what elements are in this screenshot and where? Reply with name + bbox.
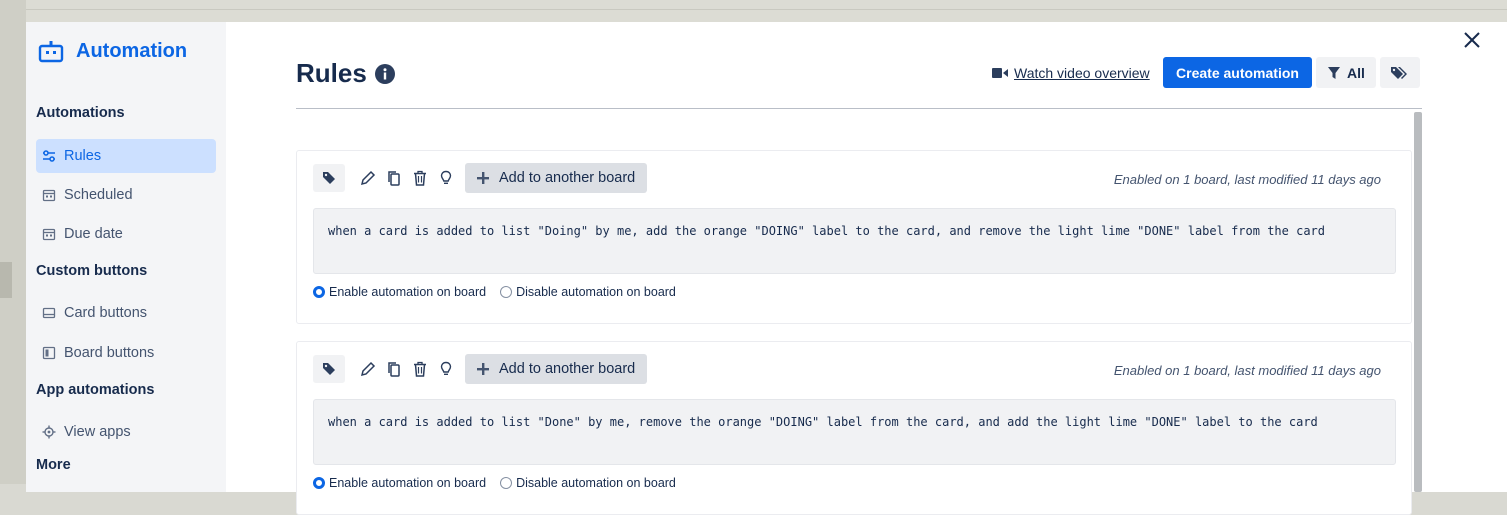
page-title: Rules (296, 58, 367, 88)
labels-button[interactable] (1380, 57, 1420, 88)
delete-button[interactable] (411, 169, 429, 187)
tag-icon (323, 363, 335, 375)
disable-radio[interactable]: Disable automation on board (500, 476, 676, 490)
gear-icon (42, 425, 56, 439)
sidebar-brand: Automation (38, 40, 187, 63)
edit-button[interactable] (359, 360, 377, 378)
copy-button[interactable] (385, 360, 403, 378)
ideas-button[interactable] (437, 169, 455, 187)
sidebar-item-label: View apps (64, 424, 131, 440)
sidebar-item-card-buttons[interactable]: Card buttons (36, 296, 216, 330)
rule-card: Add to another board Enabled on 1 board,… (296, 150, 1412, 324)
pencil-icon (360, 170, 376, 186)
add-board-label: Add to another board (499, 170, 636, 186)
edit-button[interactable] (359, 169, 377, 187)
rule-card: Add to another board Enabled on 1 board,… (296, 341, 1412, 515)
radio-unchecked (500, 286, 513, 298)
copy-icon (388, 362, 400, 377)
rule-description: when a card is added to list "Done" by m… (313, 399, 1396, 465)
sidebar-item-label: Board buttons (64, 345, 155, 361)
rule-status-radios: Enable automation on board Disable autom… (313, 476, 676, 490)
page-header: Rules (296, 58, 395, 89)
video-camera-icon (992, 68, 1008, 78)
radio-unchecked (500, 477, 513, 489)
add-to-another-board-button[interactable]: Add to another board (465, 354, 648, 384)
rule-toolbar: Add to another board (313, 354, 648, 384)
filter-icon (1328, 66, 1341, 79)
radio-checked (313, 286, 325, 298)
card-icon (42, 307, 56, 319)
enable-label: Enable automation on board (329, 285, 487, 299)
copy-icon (388, 171, 400, 186)
trash-icon (414, 361, 426, 377)
delete-button[interactable] (411, 360, 429, 378)
sidebar-item-label: Rules (64, 148, 102, 164)
section-title-app-automations: App automations (36, 382, 155, 398)
section-title-automations: Automations (36, 105, 125, 121)
create-automation-button[interactable]: Create automation (1163, 57, 1312, 88)
enable-label: Enable automation on board (329, 476, 487, 490)
enable-radio[interactable]: Enable automation on board (313, 476, 486, 490)
add-board-label: Add to another board (499, 361, 636, 377)
sliders-icon (43, 150, 55, 162)
sidebar-item-label: Scheduled (64, 187, 133, 203)
close-icon (1464, 32, 1480, 48)
lightbulb-icon (440, 361, 452, 376)
board-icon (42, 346, 56, 360)
sidebar-item-scheduled[interactable]: Scheduled (36, 178, 216, 212)
sidebar-title: Automation (76, 40, 188, 62)
trash-icon (414, 170, 426, 186)
plus-icon (477, 172, 489, 184)
label-rule-button[interactable] (313, 355, 345, 383)
automation-modal: Automation Automations Rules Scheduled D… (26, 22, 1507, 515)
enable-radio[interactable]: Enable automation on board (313, 285, 486, 299)
header-divider (296, 108, 1422, 109)
pencil-icon (360, 361, 376, 377)
ideas-button[interactable] (437, 360, 455, 378)
section-title-more: More (36, 457, 71, 473)
watch-video-link[interactable]: Watch video overview (992, 65, 1150, 81)
sidebar-item-board-buttons[interactable]: Board buttons (36, 336, 216, 370)
robot-icon (38, 40, 64, 62)
rule-toolbar: Add to another board (313, 163, 648, 193)
rule-description: when a card is added to list "Doing" by … (313, 208, 1396, 274)
watch-video-label: Watch video overview (1014, 65, 1150, 81)
rule-meta: Enabled on 1 board, last modified 11 day… (1113, 172, 1381, 187)
rule-status-radios: Enable automation on board Disable autom… (313, 285, 676, 299)
lightbulb-icon (440, 170, 452, 185)
plus-icon (477, 363, 489, 375)
sidebar-item-label: Due date (64, 226, 123, 242)
sidebar-item-due-date[interactable]: Due date (36, 217, 216, 251)
radio-checked (313, 477, 325, 489)
calendar-icon (42, 228, 56, 241)
sidebar-item-view-apps[interactable]: View apps (36, 415, 216, 449)
add-to-another-board-button[interactable]: Add to another board (465, 163, 648, 193)
background-board (0, 0, 1507, 22)
filter-button[interactable]: All (1316, 57, 1376, 88)
sidebar: Automation Automations Rules Scheduled D… (26, 22, 226, 492)
background-board-edge (0, 0, 26, 484)
tags-icon (1391, 66, 1407, 79)
tag-icon (323, 172, 335, 184)
rule-meta: Enabled on 1 board, last modified 11 day… (1113, 363, 1381, 378)
scrollbar[interactable] (1414, 112, 1422, 492)
copy-button[interactable] (385, 169, 403, 187)
filter-label: All (1347, 64, 1365, 81)
sidebar-item-label: Card buttons (64, 305, 148, 321)
disable-label: Disable automation on board (516, 476, 676, 490)
sidebar-item-rules[interactable]: Rules (36, 139, 216, 173)
close-button[interactable] (1460, 28, 1484, 52)
disable-radio[interactable]: Disable automation on board (500, 285, 676, 299)
info-icon[interactable] (374, 63, 395, 84)
calendar-icon (42, 189, 56, 202)
label-rule-button[interactable] (313, 164, 345, 192)
disable-label: Disable automation on board (516, 285, 676, 299)
section-title-custom-buttons: Custom buttons (36, 263, 148, 279)
